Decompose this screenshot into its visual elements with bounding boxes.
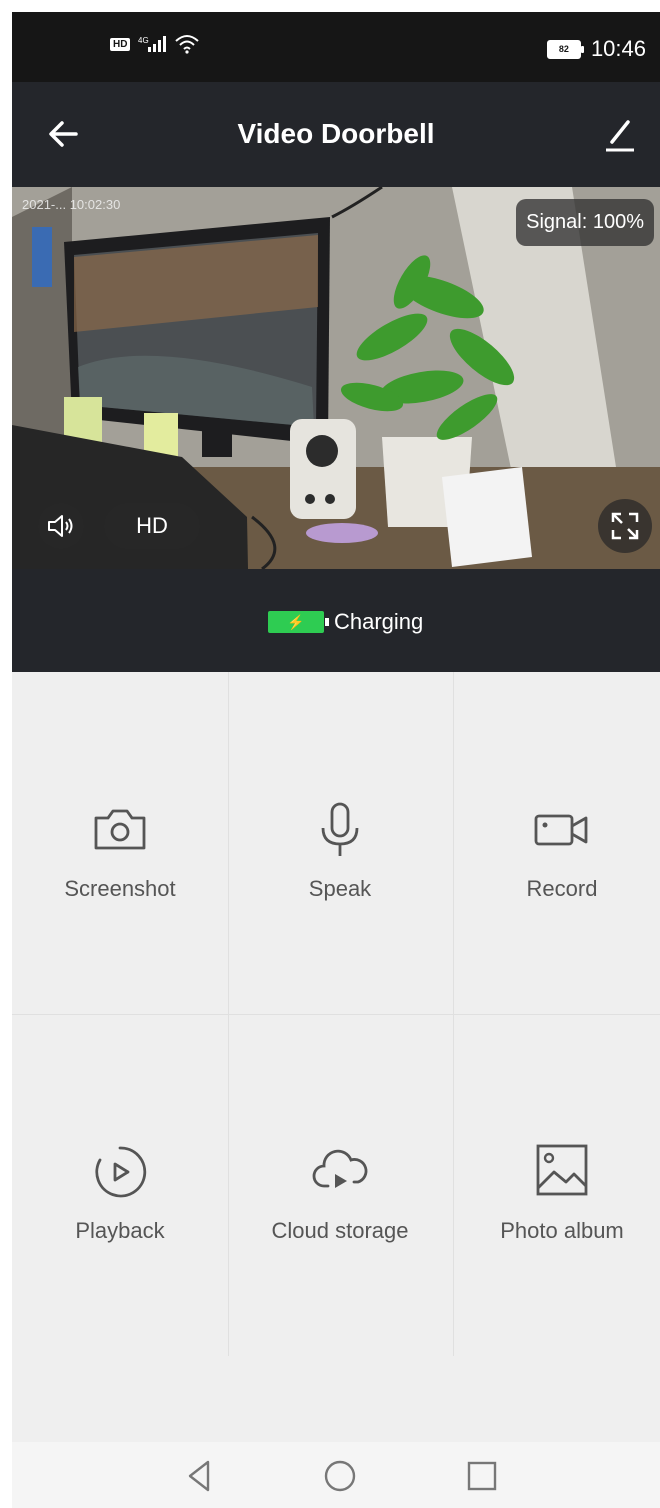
pencil-icon[interactable] bbox=[602, 114, 638, 154]
wifi-icon bbox=[175, 35, 200, 54]
charging-battery-icon: ⚡ bbox=[268, 611, 329, 633]
nav-home-icon[interactable] bbox=[320, 1456, 360, 1496]
nav-recents-icon[interactable] bbox=[462, 1456, 502, 1496]
app-header: Video Doorbell bbox=[12, 82, 660, 187]
playback-icon bbox=[95, 1146, 147, 1198]
fullscreen-icon bbox=[611, 512, 639, 540]
quality-toggle-button[interactable]: HD bbox=[104, 503, 200, 549]
cloud-storage-label: Cloud storage bbox=[271, 1218, 409, 1243]
record-button[interactable]: Record bbox=[454, 672, 660, 1014]
screenshot-button[interactable]: Screenshot bbox=[12, 672, 228, 1014]
phone-screen: HD 4G 82 10:46 Video Doorbell 2021-... 1… bbox=[12, 12, 660, 1508]
charging-label: Charging bbox=[334, 609, 424, 634]
signal-indicator: Signal: 100% bbox=[516, 199, 654, 246]
video-feed[interactable]: 2021-... 10:02:30 Signal: 100% HD bbox=[12, 187, 660, 569]
screenshot-label: Screenshot bbox=[64, 876, 176, 901]
status-right: 82 10:46 bbox=[546, 36, 646, 62]
cell-type-label: 4G bbox=[138, 36, 149, 45]
page-title: Video Doorbell bbox=[237, 118, 435, 149]
photo-album-label: Photo album bbox=[500, 1218, 624, 1243]
speaker-icon bbox=[48, 515, 73, 537]
image-icon bbox=[536, 1144, 588, 1196]
nav-back-icon[interactable] bbox=[180, 1456, 220, 1496]
charging-status-bar: ⚡ Charging bbox=[12, 569, 660, 672]
microphone-icon bbox=[321, 802, 359, 856]
camera-icon bbox=[94, 809, 146, 850]
cloud-play-icon bbox=[312, 1149, 368, 1188]
cellular-signal-icon: 4G bbox=[138, 36, 167, 52]
playback-button[interactable]: Playback bbox=[12, 1014, 228, 1356]
playback-label: Playback bbox=[75, 1218, 165, 1243]
charging-status: ⚡ Charging bbox=[268, 609, 423, 635]
speak-label: Speak bbox=[308, 876, 372, 901]
battery-icon: 82 bbox=[546, 39, 584, 59]
video-timestamp: 2021-... 10:02:30 bbox=[22, 197, 121, 212]
network-badge: HD bbox=[110, 37, 131, 51]
cloud-storage-button[interactable]: Cloud storage bbox=[232, 1014, 448, 1356]
speak-button[interactable]: Speak bbox=[232, 672, 448, 1014]
photo-album-button[interactable]: Photo album bbox=[454, 1014, 660, 1356]
fullscreen-button[interactable] bbox=[598, 499, 652, 553]
clock: 10:46 bbox=[590, 36, 646, 61]
record-label: Record bbox=[526, 876, 598, 901]
video-camera-icon bbox=[534, 814, 588, 846]
system-nav-bar bbox=[12, 1442, 660, 1508]
status-bar: HD 4G 82 10:46 bbox=[12, 12, 660, 82]
speaker-toggle-button[interactable] bbox=[38, 503, 84, 549]
status-left: HD 4G bbox=[110, 34, 200, 54]
